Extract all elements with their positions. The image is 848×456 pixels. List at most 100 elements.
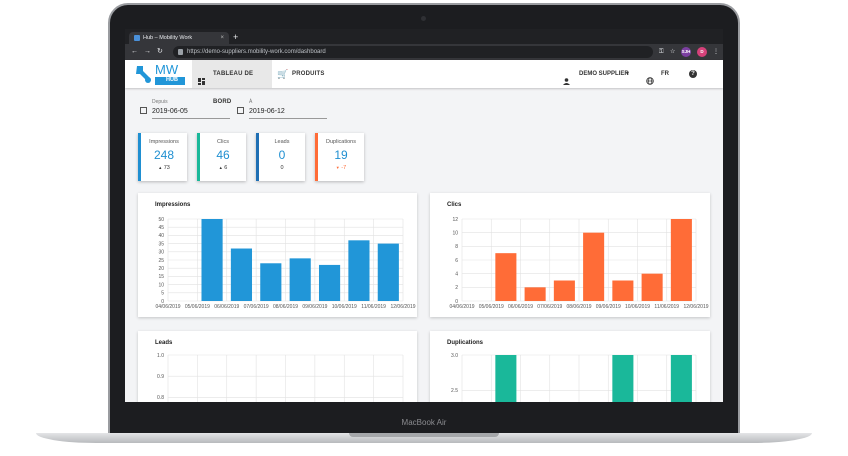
kpi-title: Duplications	[326, 139, 356, 145]
y-tick-label: 50	[158, 217, 164, 223]
account-avatar[interactable]: D	[697, 47, 707, 57]
back-icon[interactable]: ←	[131, 47, 138, 57]
chart-card-impressions: 0 5 10 15 20 25 30 35 40 45 50 04/06/2019 05/06/2019…	[138, 193, 417, 317]
kpi-value: 19	[334, 148, 348, 162]
x-tick-label: 09/06/2019	[596, 304, 621, 310]
nav-dashboard[interactable]: TABLEAU DE BORD	[192, 60, 272, 105]
webcam	[421, 16, 426, 21]
x-tick-label: 11/06/2019	[361, 304, 386, 310]
y-tick-label: 25	[158, 258, 164, 264]
dashboard-icon	[198, 70, 205, 85]
kpi-leads: Leads 0 0	[256, 133, 305, 181]
new-tab-button[interactable]: +	[233, 31, 238, 43]
kpi-delta: ▲ 73	[141, 165, 187, 171]
app-bar: MW HUB TABLEAU DE BORD 🛒 PRODUITS DEMO S…	[125, 60, 723, 105]
browser-toolbar: ← → ↻ https://demo-suppliers.mobility-wo…	[125, 44, 723, 60]
y-tick-label: 6	[455, 258, 458, 264]
key-icon[interactable]: ⚿	[659, 46, 664, 58]
kpi-clics: Clics 46 ▲ 6	[197, 133, 246, 181]
menu-icon[interactable]: ⋮	[713, 46, 719, 58]
x-tick-label: 06/06/2019	[508, 304, 533, 310]
screen: Hub – Mobility Work × + ← → ↻ https://de…	[125, 29, 723, 402]
chart-title: Clics	[447, 202, 462, 208]
x-tick-label: 05/06/2019	[479, 304, 504, 310]
cart-icon: 🛒	[277, 69, 289, 79]
kpi-duplications: Duplications 19 ▼ -7	[315, 133, 364, 181]
y-tick-label: 10	[158, 282, 164, 288]
x-tick-label: 06/06/2019	[214, 304, 239, 310]
bar	[495, 253, 517, 301]
bar	[318, 264, 341, 301]
chart-card-clics: 0 2 4 6 8 10 12 04/06/2019 05/06/2019 06/06/2019 0…	[430, 193, 710, 317]
x-tick-label: 08/06/2019	[273, 304, 298, 310]
x-tick-label: 05/06/2019	[185, 304, 210, 310]
mw-hub-logo[interactable]: MW HUB	[133, 62, 187, 86]
y-tick-label: 3.0	[451, 353, 458, 359]
x-tick-label: 10/06/2019	[625, 304, 650, 310]
y-tick-label: 1.0	[157, 353, 164, 359]
bar	[289, 258, 311, 301]
url-text: https://demo-suppliers.mobility-work.com…	[187, 49, 326, 55]
language-label: FR	[661, 71, 669, 77]
x-tick-label: 04/06/2019	[449, 304, 474, 310]
kpi-value: 248	[153, 148, 175, 162]
bar	[583, 232, 605, 301]
chart-title: Duplications	[447, 340, 484, 346]
bar	[553, 280, 575, 301]
arrow-up-icon: ▲	[218, 165, 223, 170]
x-tick-label: 11/06/2019	[654, 304, 679, 310]
bar	[348, 240, 370, 301]
star-icon[interactable]: ☆	[670, 46, 675, 58]
arrow-up-icon: ▲	[158, 165, 163, 170]
chart-title: Impressions	[155, 202, 191, 208]
globe-icon	[646, 70, 654, 85]
chart-clics: 02468101204/06/2019 05/06/2019 06/06/2019 0…	[449, 217, 708, 310]
kpi-delta-value: 0	[280, 165, 284, 171]
date-from-field[interactable]: Depuis 2019-06-05	[140, 99, 230, 119]
date-from-value: 2019-06-05	[152, 108, 230, 119]
kpi-delta: ▼ -7	[318, 165, 364, 171]
browser-tab-bar: Hub – Mobility Work × +	[125, 29, 723, 44]
laptop-notch	[349, 433, 499, 437]
chart-impressions: 0510152025303540455004/06/2019 05/06/2019…	[155, 217, 415, 310]
y-tick-label: 10	[452, 230, 458, 236]
profile-avatar[interactable]: SJH	[681, 47, 691, 57]
x-tick-label: 09/06/2019	[302, 304, 327, 310]
forward-icon[interactable]: →	[144, 47, 151, 57]
bar	[377, 243, 399, 301]
reload-icon[interactable]: ↻	[157, 47, 163, 57]
x-tick-label: 08/06/2019	[566, 304, 591, 310]
kpi-value: 46	[216, 148, 230, 162]
nav-products-label: PRODUITS	[292, 71, 325, 77]
help-button[interactable]: ?	[689, 60, 699, 88]
bar	[641, 273, 663, 301]
tab-close-icon[interactable]: ×	[220, 32, 224, 44]
bar	[524, 287, 546, 301]
date-to-field[interactable]: À 2019-06-12	[237, 99, 327, 119]
y-tick-label: 35	[158, 241, 164, 247]
bar	[670, 219, 692, 301]
chart-leads: 0.50.60.70.80.91.0	[157, 353, 404, 402]
logo-subtext: HUB	[166, 77, 178, 83]
y-tick-label: 12	[452, 217, 458, 223]
kpi-value: 0	[278, 148, 286, 162]
y-tick-label: 0.8	[157, 395, 164, 401]
nav-products[interactable]: 🛒 PRODUITS	[275, 60, 327, 88]
y-tick-label: 0.9	[157, 374, 164, 380]
browser-tab[interactable]: Hub – Mobility Work ×	[129, 32, 229, 44]
bar	[260, 263, 282, 301]
x-tick-label: 12/06/2019	[390, 304, 415, 310]
address-bar[interactable]: https://demo-suppliers.mobility-work.com…	[173, 46, 653, 58]
favicon-icon	[134, 35, 140, 41]
y-tick-label: 2	[455, 285, 458, 291]
chart-card-leads: 0.50.60.70.80.91.0 Leads	[138, 331, 417, 402]
user-menu[interactable]: DEMO SUPPLIER ▼	[563, 60, 633, 88]
bar	[230, 248, 253, 301]
logo-text: MW	[155, 62, 179, 77]
calendar-icon	[237, 107, 244, 114]
bar	[612, 280, 634, 301]
laptop-frame: MacBook Air Hub – Mobility Work × + ← → …	[0, 0, 848, 456]
chevron-down-icon: ▼	[625, 71, 630, 77]
language-menu[interactable]: FR	[646, 60, 676, 88]
bar	[612, 355, 634, 402]
